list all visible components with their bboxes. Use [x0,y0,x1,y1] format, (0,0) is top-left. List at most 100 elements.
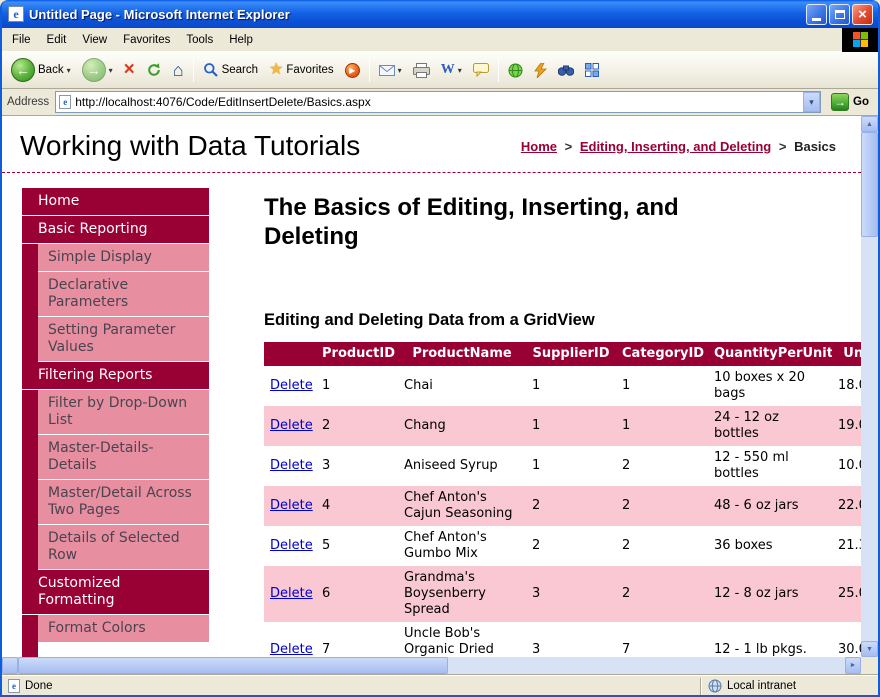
scroll-left-button[interactable] [2,657,18,674]
maximize-button[interactable] [829,4,850,25]
grid-row: Delete 5 Chef Anton's Gumbo Mix 2 2 36 b… [264,526,861,566]
sidebar-item-basic-reporting[interactable]: Basic Reporting [22,216,209,244]
horizontal-scroll-thumb[interactable] [18,657,448,674]
column-header-unitprice: UnitPrice [832,342,861,366]
forward-button[interactable]: → ▾ [77,56,118,84]
delete-link[interactable]: Delete [270,458,313,473]
home-button[interactable]: ⌂ [168,60,189,80]
vertical-scroll-track[interactable] [861,132,878,641]
minimize-button[interactable] [806,4,827,25]
sidebar-item-format-colors[interactable]: Format Colors [38,615,209,643]
site-title: Working with Data Tutorials [20,130,360,162]
delete-link[interactable]: Delete [270,642,313,657]
toolbar-separator [369,58,370,82]
quantityperunit-cell: 48 - 6 oz jars [708,486,832,526]
breadcrumb: Home > Editing, Inserting, and Deleting … [521,139,836,154]
go-label: Go [853,96,869,108]
back-label: Back [38,64,64,76]
intranet-zone-icon [708,679,722,693]
menu-edit[interactable]: Edit [39,30,75,50]
categoryid-cell: 1 [616,366,708,406]
title-bar[interactable]: e Untitled Page - Microsoft Internet Exp… [2,0,878,28]
window-title: Untitled Page - Microsoft Internet Explo… [29,7,801,22]
delete-link[interactable]: Delete [270,378,313,393]
addon-lightning-button[interactable] [529,61,552,80]
menu-favorites[interactable]: Favorites [115,30,178,50]
sidebar-item-setting-parameter-values[interactable]: Setting Parameter Values [38,317,209,362]
column-header-productid: ProductID [316,342,398,366]
breadcrumb-home-link[interactable]: Home [521,139,557,154]
address-dropdown-button[interactable]: ▾ [803,92,820,112]
back-dropdown-chevron[interactable]: ▾ [67,66,71,75]
horizontal-scrollbar[interactable]: ► [2,657,861,674]
address-input[interactable]: e http://localhost:4076/Code/EditInsertD… [55,91,821,113]
supplierid-cell: 1 [526,366,616,406]
column-header-blank [264,342,316,366]
go-button[interactable]: → Go [827,93,873,111]
sidebar-item-customized-formatting[interactable]: Customized Formatting [22,570,209,615]
quantityperunit-cell: 36 boxes [708,526,832,566]
sidebar-item-master-detail-across-two-pages[interactable]: Master/Detail Across Two Pages [38,480,209,525]
stop-button[interactable]: × [119,60,140,80]
menu-file[interactable]: File [4,30,39,50]
mail-button[interactable]: ▾ [374,63,407,78]
status-bar: e Done Local intranet [2,674,878,697]
address-url: http://localhost:4076/Code/EditInsertDel… [75,95,799,109]
media-button[interactable]: ▶ [340,61,365,80]
productname-cell: Uncle Bob's Organic Dried Pears [398,622,526,657]
sidebar-item-simple-display[interactable]: Simple Display [38,244,209,272]
sidebar-item-declarative-parameters[interactable]: Declarative Parameters [38,272,209,317]
sidebar-item-filter-by-drop-down-list[interactable]: Filter by Drop-Down List [38,390,209,435]
refresh-button[interactable] [141,60,167,80]
breadcrumb-current: Basics [794,139,836,154]
delete-link[interactable]: Delete [270,538,313,553]
print-button[interactable] [408,61,435,80]
productname-cell: Grandma's Boysenberry Spread [398,566,526,622]
unitprice-cell: 21.3500 [832,526,861,566]
column-header-supplierid: SupplierID [526,342,616,366]
media-icon: ▶ [345,63,360,78]
mail-icon [379,65,395,76]
menu-help[interactable]: Help [221,30,261,50]
addon-grid-button[interactable] [580,61,604,79]
sidebar-item-master-details-details[interactable]: Master-Details-Details [38,435,209,480]
productid-cell: 7 [316,622,398,657]
sidebar-item-home[interactable]: Home [22,188,209,216]
productid-cell: 6 [316,566,398,622]
binoculars-icon [558,64,574,76]
sidebar-item-filtering-reports[interactable]: Filtering Reports [22,362,209,390]
vertical-scroll-thumb[interactable] [861,132,878,237]
edit-button[interactable]: W ▾ [436,60,467,80]
favorites-button[interactable]: ★ Favorites [264,60,339,80]
delete-link[interactable]: Delete [270,586,313,601]
mail-dropdown-chevron[interactable]: ▾ [398,66,402,75]
scroll-up-button[interactable]: ▲ [861,116,878,132]
breadcrumb-section-link[interactable]: Editing, Inserting, and Deleting [580,139,771,154]
supplierid-cell: 2 [526,526,616,566]
quantityperunit-cell: 12 - 1 lb pkgs. [708,622,832,657]
grid-row: Delete 3 Aniseed Syrup 1 2 12 - 550 ml b… [264,446,861,486]
menu-tools[interactable]: Tools [178,30,221,50]
forward-dropdown-chevron[interactable]: ▾ [109,66,113,75]
addon-globe-button[interactable] [503,61,528,80]
favorites-label: Favorites [286,64,333,76]
scroll-down-button[interactable]: ▼ [861,641,878,657]
close-button[interactable]: × [852,4,873,25]
menu-view[interactable]: View [74,30,115,50]
search-button[interactable]: Search [198,60,263,80]
sidebar-item-details-of-selected-row[interactable]: Details of Selected Row [38,525,209,570]
edit-dropdown-chevron[interactable]: ▾ [458,66,462,75]
back-button[interactable]: ← Back ▾ [6,56,76,84]
delete-link[interactable]: Delete [270,418,313,433]
grid-row: Delete 6 Grandma's Boysenberry Spread 3 … [264,566,861,622]
supplierid-cell: 3 [526,622,616,657]
scroll-right-button[interactable]: ► [845,657,861,674]
browser-viewport: Working with Data Tutorials Home > Editi… [2,116,878,674]
horizontal-scroll-track[interactable] [18,657,845,674]
discuss-button[interactable] [468,61,494,79]
refresh-icon [146,62,162,78]
unitprice-cell: 22.0000 [832,486,861,526]
addon-research-button[interactable] [553,62,579,78]
delete-link[interactable]: Delete [270,498,313,513]
vertical-scrollbar[interactable]: ▲ ▼ [861,116,878,657]
